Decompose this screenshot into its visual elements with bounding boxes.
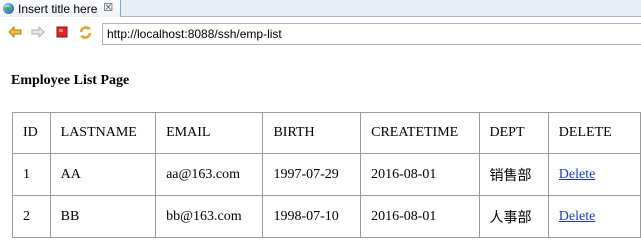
cell-createtime: 2016-08-01 (361, 196, 480, 238)
cell-delete: Delete (548, 154, 641, 196)
cell-email: bb@163.com (156, 196, 264, 238)
delete-link[interactable]: Delete (559, 209, 596, 224)
browser-tab[interactable]: Insert title here ☒ (0, 0, 121, 17)
page-title: Employee List Page (11, 73, 130, 88)
delete-link[interactable]: Delete (559, 167, 596, 182)
stop-icon[interactable] (54, 24, 70, 40)
column-header-createtime: CREATETIME (361, 113, 480, 154)
cell-createtime: 2016-08-01 (361, 154, 480, 196)
column-header-birth: BIRTH (263, 113, 362, 154)
cell-birth: 1998-07-10 (263, 196, 362, 238)
back-arrow-icon[interactable] (7, 24, 23, 40)
table-header-row: ID LASTNAME EMAIL BIRTH CREATETIME DEPT … (13, 113, 641, 154)
cell-lastname: BB (50, 196, 157, 238)
cell-dept: 人事部 (479, 196, 549, 238)
column-header-dept: DEPT (479, 113, 549, 154)
cell-birth: 1997-07-29 (263, 154, 362, 196)
forward-arrow-icon[interactable] (30, 24, 46, 40)
globe-icon (3, 3, 14, 14)
close-icon[interactable]: ☒ (103, 3, 113, 14)
url-bar[interactable]: http://localhost:8088/ssh/emp-list (102, 23, 641, 45)
cell-delete: Delete (548, 196, 641, 238)
column-header-id: ID (13, 113, 51, 154)
refresh-icon[interactable] (77, 24, 93, 40)
cell-id: 2 (13, 196, 51, 238)
table-row: 2 BB bb@163.com 1998-07-10 2016-08-01 人事… (13, 196, 641, 238)
cell-email: aa@163.com (156, 154, 264, 196)
employee-table: ID LASTNAME EMAIL BIRTH CREATETIME DEPT … (12, 112, 641, 238)
column-header-lastname: LASTNAME (50, 113, 157, 154)
cell-id: 1 (13, 154, 51, 196)
cell-lastname: AA (50, 154, 157, 196)
table-row: 1 AA aa@163.com 1997-07-29 2016-08-01 销售… (13, 154, 641, 196)
column-header-delete: DELETE (548, 113, 641, 154)
editor-tab-strip: Insert title here ☒ (0, 0, 641, 17)
tab-title: Insert title here (18, 1, 98, 16)
column-header-email: EMAIL (156, 113, 264, 154)
cell-dept: 销售部 (479, 154, 549, 196)
